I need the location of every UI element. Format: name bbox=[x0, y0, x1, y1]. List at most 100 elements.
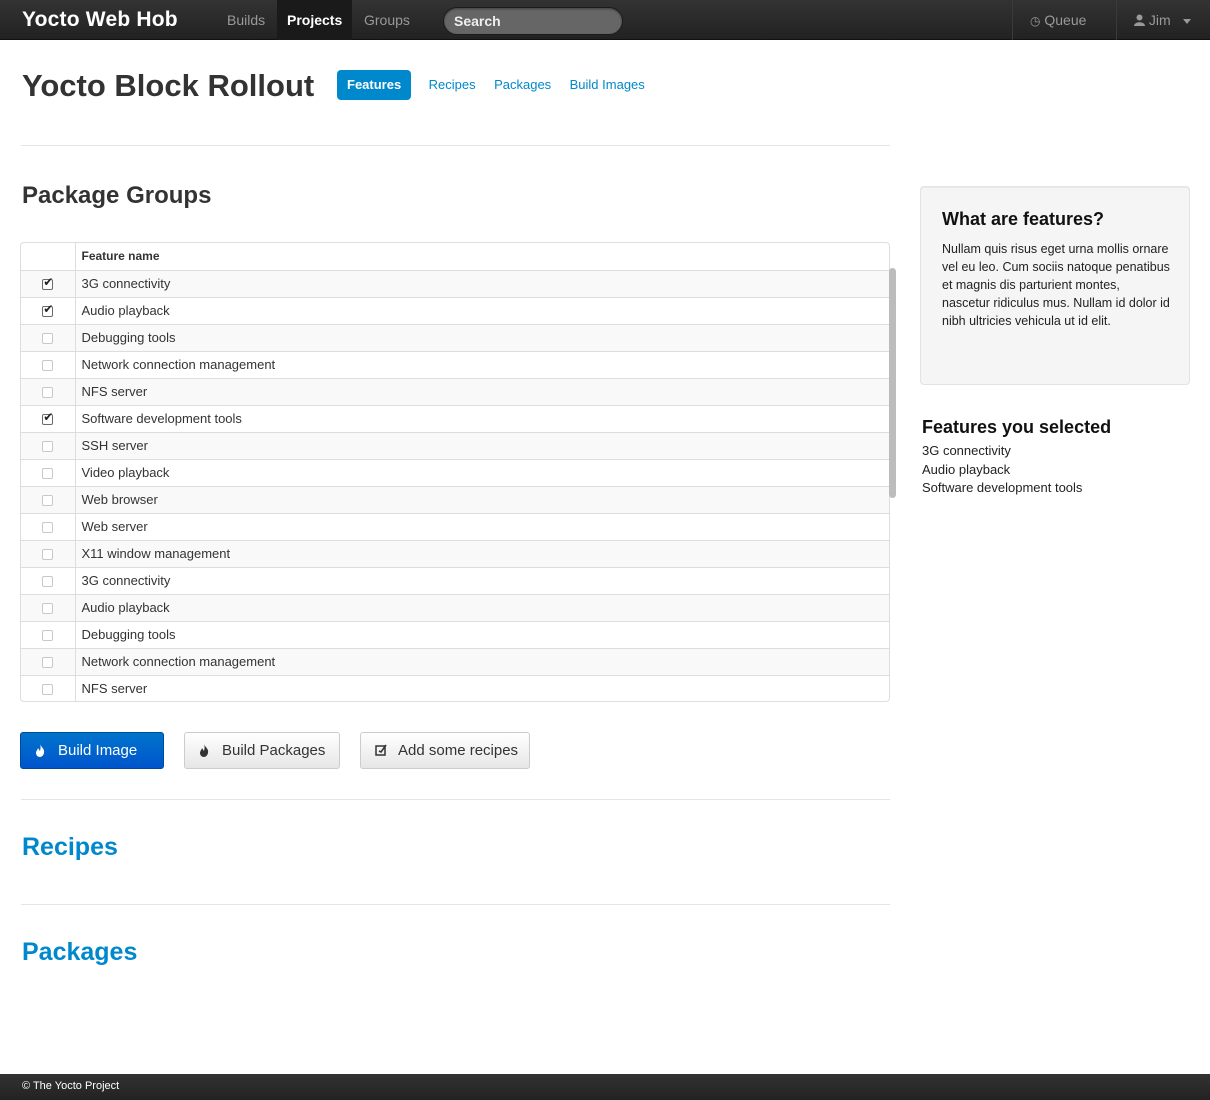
feature-name-cell: Audio playback bbox=[75, 296, 889, 324]
feature-name-cell: X11 window management bbox=[75, 539, 889, 567]
table-row[interactable]: 3G connectivity bbox=[21, 566, 889, 594]
divider bbox=[21, 145, 890, 146]
feature-name-cell: Network connection management bbox=[75, 350, 889, 378]
queue-link[interactable]: ◷ Queue bbox=[1030, 0, 1086, 40]
user-name: Jim bbox=[1148, 12, 1171, 28]
brand-logo[interactable]: Yocto Web Hob bbox=[22, 8, 178, 32]
checkbox-cell bbox=[21, 620, 76, 648]
nav-builds[interactable]: Builds bbox=[217, 0, 275, 40]
feature-checkbox[interactable] bbox=[42, 387, 54, 399]
nav-divider bbox=[1012, 0, 1013, 40]
feature-name-cell: NFS server bbox=[75, 377, 889, 405]
build-image-label: Build Image bbox=[58, 742, 138, 759]
feature-checkbox[interactable] bbox=[42, 410, 53, 426]
table-row[interactable]: Video playback bbox=[21, 458, 889, 486]
info-text: Nullam quis risus eget urna mollis ornar… bbox=[942, 242, 1170, 328]
feature-checkbox[interactable] bbox=[42, 333, 54, 345]
feature-name-cell: 3G connectivity bbox=[75, 269, 889, 297]
feature-name-cell: Network connection management bbox=[75, 647, 889, 675]
table-row[interactable]: Debugging tools bbox=[21, 323, 889, 351]
tab-build-images[interactable]: Build Images bbox=[563, 70, 652, 100]
feature-checkbox[interactable] bbox=[42, 549, 54, 561]
recipes-section-title[interactable]: Recipes bbox=[22, 833, 118, 862]
selected-features-list: 3G connectivity Audio playback Software … bbox=[922, 442, 1082, 498]
divider bbox=[21, 799, 890, 800]
fire-icon bbox=[35, 733, 45, 768]
table-row[interactable]: Network connection management bbox=[21, 350, 889, 378]
table-row[interactable]: Debugging tools bbox=[21, 620, 889, 648]
nav-groups[interactable]: Groups bbox=[354, 0, 420, 40]
feature-checkbox[interactable] bbox=[42, 657, 54, 669]
search-input[interactable] bbox=[443, 7, 623, 35]
tab-features[interactable]: Features bbox=[337, 70, 412, 100]
feature-checkbox[interactable] bbox=[42, 441, 54, 453]
checkbox-cell bbox=[21, 647, 76, 675]
user-menu[interactable]: Jim bbox=[1134, 0, 1191, 40]
table-row[interactable]: X11 window management bbox=[21, 539, 889, 567]
feature-checkbox[interactable] bbox=[42, 275, 53, 291]
feature-checkbox[interactable] bbox=[42, 522, 54, 534]
nav-divider bbox=[1116, 0, 1117, 40]
feature-table[interactable]: Feature name 3G connectivityAudio playba… bbox=[20, 242, 890, 702]
feature-checkbox[interactable] bbox=[42, 603, 54, 615]
queue-label: Queue bbox=[1044, 12, 1087, 28]
selected-feature-item: Software development tools bbox=[922, 480, 1083, 495]
table-row[interactable]: Software development tools bbox=[21, 404, 889, 432]
checkbox-cell bbox=[21, 350, 76, 378]
checkbox-cell bbox=[21, 485, 76, 513]
feature-name-cell: SSH server bbox=[75, 431, 889, 459]
feature-name-cell: Video playback bbox=[75, 458, 889, 486]
packages-section-title[interactable]: Packages bbox=[22, 938, 137, 967]
feature-checkbox[interactable] bbox=[42, 468, 54, 480]
feature-checkbox[interactable] bbox=[42, 630, 54, 642]
footer-text: © The Yocto Project bbox=[22, 1080, 120, 1092]
project-subnav: Features Recipes Packages Build Images bbox=[337, 70, 652, 100]
feature-checkbox[interactable] bbox=[42, 684, 54, 696]
feature-name-cell: Audio playback bbox=[75, 593, 889, 621]
tab-recipes[interactable]: Recipes bbox=[422, 70, 483, 100]
build-packages-label: Build Packages bbox=[222, 742, 326, 759]
checkbox-cell bbox=[21, 512, 76, 540]
add-recipes-label: Add some recipes bbox=[398, 742, 519, 759]
checkbox-cell bbox=[21, 269, 76, 297]
checkbox-cell bbox=[21, 458, 76, 486]
fire-icon bbox=[199, 733, 209, 768]
select-column-header bbox=[21, 243, 76, 271]
table-row[interactable]: Audio playback bbox=[21, 593, 889, 621]
checkbox-cell bbox=[21, 566, 76, 594]
feature-name-cell: Web server bbox=[75, 512, 889, 540]
tab-packages[interactable]: Packages bbox=[487, 70, 558, 100]
table-row[interactable]: Network connection management bbox=[21, 647, 889, 675]
table-row[interactable]: 3G connectivity bbox=[21, 269, 889, 297]
table-row[interactable]: Web server bbox=[21, 512, 889, 540]
checkbox-cell bbox=[21, 593, 76, 621]
table-row[interactable]: Web browser bbox=[21, 485, 889, 513]
build-image-button[interactable]: Build Image bbox=[20, 732, 164, 769]
table-row[interactable]: NFS server bbox=[21, 674, 889, 701]
checkbox-cell bbox=[21, 296, 76, 324]
checkbox-cell bbox=[21, 404, 76, 432]
checkbox-cell bbox=[21, 377, 76, 405]
feature-name-cell: Software development tools bbox=[75, 404, 889, 432]
feature-checkbox[interactable] bbox=[42, 360, 54, 372]
clock-icon: ◷ bbox=[1030, 14, 1041, 28]
build-packages-button[interactable]: Build Packages bbox=[184, 732, 340, 769]
feature-name-cell: NFS server bbox=[75, 674, 889, 701]
add-recipes-button[interactable]: Add some recipes bbox=[360, 732, 530, 769]
top-navbar: Yocto Web Hob Builds Projects Groups ◷ Q… bbox=[0, 0, 1210, 40]
table-scrollbar[interactable] bbox=[889, 268, 896, 498]
feature-checkbox[interactable] bbox=[42, 576, 54, 588]
info-title: What are features? bbox=[942, 209, 1105, 229]
feature-checkbox[interactable] bbox=[42, 302, 53, 318]
user-icon bbox=[1134, 14, 1145, 26]
selected-features-title: Features you selected bbox=[922, 417, 1112, 437]
edit-icon bbox=[375, 733, 387, 768]
table-row[interactable]: NFS server bbox=[21, 377, 889, 405]
selected-feature-item: Audio playback bbox=[922, 461, 1011, 477]
page-title: Yocto Block Rollout bbox=[22, 68, 315, 103]
nav-projects[interactable]: Projects bbox=[277, 0, 353, 40]
table-row[interactable]: Audio playback bbox=[21, 296, 889, 324]
feature-checkbox[interactable] bbox=[42, 495, 54, 507]
checkbox-cell bbox=[21, 674, 76, 701]
table-row[interactable]: SSH server bbox=[21, 431, 889, 459]
